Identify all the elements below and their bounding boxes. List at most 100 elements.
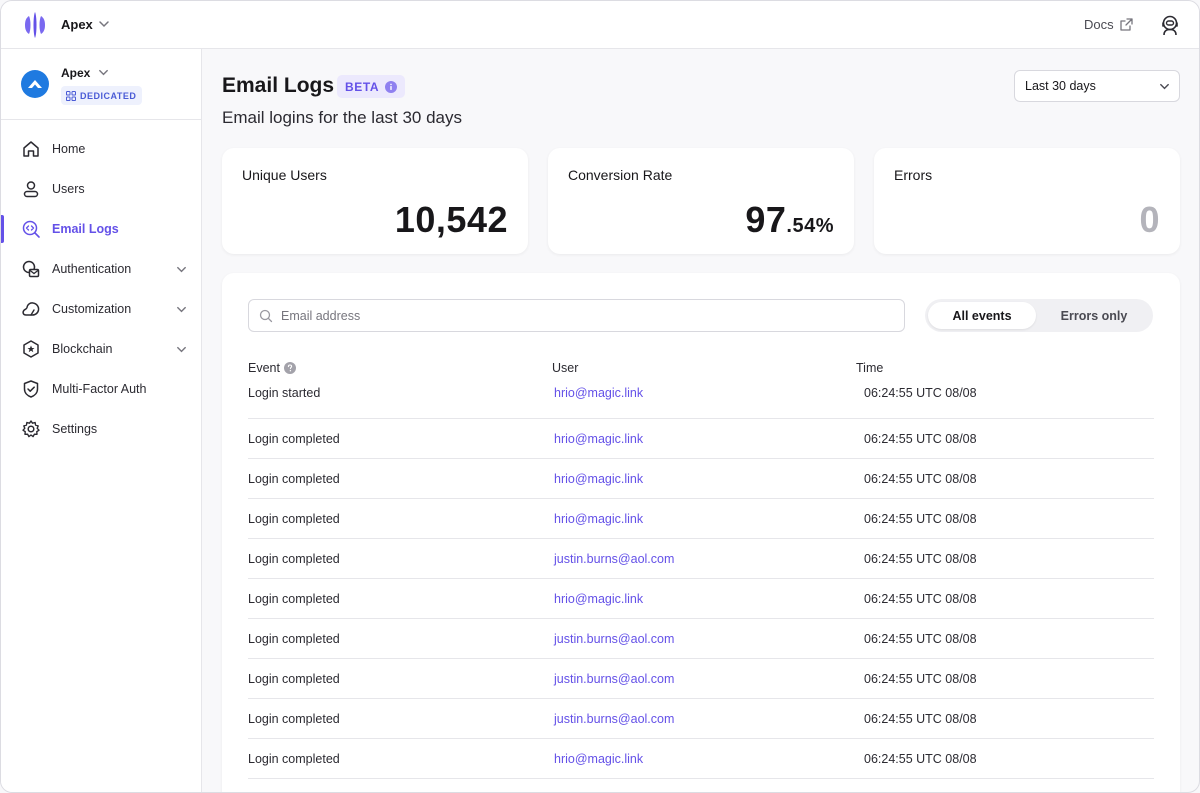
docs-link[interactable]: Docs — [1084, 17, 1114, 32]
shield-check-icon — [23, 380, 39, 398]
sidebar-item-customization[interactable]: Customization — [1, 289, 201, 329]
table-body: Login started hrio@magic.link 06:24:55 U… — [248, 379, 1154, 779]
gear-icon — [22, 420, 40, 438]
info-icon[interactable] — [385, 80, 398, 93]
stat-value-main: 97 — [745, 199, 787, 240]
time-cell: 06:24:55 UTC 08/08 — [864, 552, 977, 566]
sidebar-item-settings[interactable]: Settings — [1, 409, 201, 449]
sidebar-item-label: Customization — [52, 302, 132, 316]
help-icon[interactable] — [284, 362, 296, 374]
column-header-time[interactable]: Time — [856, 361, 883, 375]
event-cell: Login completed — [248, 712, 340, 726]
page-subtitle: Email logins for the last 30 days — [222, 108, 463, 127]
sidebar-item-multi-factor-auth[interactable]: Multi-Factor Auth — [1, 369, 201, 409]
sidebar-item-label: Email Logs — [52, 222, 119, 236]
event-cell: Login completed — [248, 552, 340, 566]
dedicated-badge: DEDICATED — [61, 86, 143, 105]
table-row[interactable]: Login completed justin.burns@aol.com 06:… — [248, 619, 1154, 659]
stat-card-errors: Errors 0 — [874, 148, 1180, 254]
time-cell: 06:24:55 UTC 08/08 — [864, 632, 977, 646]
project-avatar[interactable] — [21, 70, 49, 98]
user-link[interactable]: justin.burns@aol.com — [554, 672, 674, 686]
segment-all-events[interactable]: All events — [928, 302, 1036, 329]
column-header-user[interactable]: User — [552, 361, 578, 375]
event-cell: Login completed — [248, 432, 340, 446]
stat-label: Errors — [894, 167, 933, 183]
event-cell: Login completed — [248, 752, 340, 766]
table-row[interactable]: Login completed justin.burns@aol.com 06:… — [248, 539, 1154, 579]
sidebar-item-label: Blockchain — [52, 342, 113, 356]
chevron-down-icon[interactable] — [175, 303, 188, 316]
home-icon — [23, 141, 39, 157]
user-link[interactable]: hrio@magic.link — [554, 386, 643, 400]
table-header: Event User Time — [248, 361, 1154, 377]
project-name[interactable]: Apex — [61, 66, 90, 80]
time-cell: 06:24:55 UTC 08/08 — [864, 672, 977, 686]
stat-card-conversion-rate: Conversion Rate 97.54% — [548, 148, 854, 254]
user-link[interactable]: hrio@magic.link — [554, 592, 643, 606]
stat-value: 10,542 — [394, 199, 508, 240]
sidebar-item-blockchain[interactable]: Blockchain — [1, 329, 201, 369]
user-link[interactable]: justin.burns@aol.com — [554, 552, 674, 566]
sidebar-item-email-logs[interactable]: Email Logs — [1, 209, 201, 249]
sidebar-item-users[interactable]: Users — [1, 169, 201, 209]
stat-value: 97.54% — [745, 200, 834, 246]
sidebar-item-label: Multi-Factor Auth — [52, 382, 147, 396]
segment-errors-only[interactable]: Errors only — [1040, 302, 1148, 329]
sidebar-divider — [1, 119, 201, 120]
user-link[interactable]: justin.burns@aol.com — [554, 712, 674, 726]
table-row[interactable]: Login completed hrio@magic.link 06:24:55… — [248, 419, 1154, 459]
table-row[interactable]: Login completed justin.burns@aol.com 06:… — [248, 699, 1154, 739]
user-link[interactable]: hrio@magic.link — [554, 752, 643, 766]
search-input[interactable] — [281, 306, 881, 326]
user-icon — [23, 181, 39, 198]
date-range-select[interactable]: Last 30 days — [1014, 70, 1180, 102]
sidebar-item-label: Users — [52, 182, 85, 196]
blockchain-icon — [23, 340, 39, 358]
table-row[interactable]: Login completed hrio@magic.link 06:24:55… — [248, 499, 1154, 539]
external-link-icon[interactable] — [1120, 18, 1133, 31]
astronaut-avatar-icon[interactable] — [1159, 14, 1181, 36]
sidebar-item-label: Authentication — [52, 262, 132, 276]
chevron-down-icon[interactable] — [175, 263, 188, 276]
event-cell: Login completed — [248, 472, 340, 486]
app-switcher-label[interactable]: Apex — [61, 17, 93, 32]
page-title: Email Logs — [222, 74, 335, 97]
stat-value-fraction: .54% — [786, 215, 834, 237]
sidebar-item-label: Home — [52, 142, 86, 156]
stat-value: 0 — [1139, 199, 1160, 240]
time-cell: 06:24:55 UTC 08/08 — [864, 472, 977, 486]
table-row[interactable]: Login completed hrio@magic.link 06:24:55… — [248, 739, 1154, 779]
sidebar-item-authentication[interactable]: Authentication — [1, 249, 201, 289]
stat-label: Unique Users — [242, 167, 327, 183]
date-range-value: Last 30 days — [1025, 79, 1096, 93]
magic-logo-icon[interactable] — [23, 12, 47, 38]
event-filter-toggle: All events Errors only — [925, 299, 1153, 332]
chevron-down-icon[interactable] — [97, 66, 110, 79]
time-cell: 06:24:55 UTC 08/08 — [864, 386, 977, 400]
table-row[interactable]: Login completed hrio@magic.link 06:24:55… — [248, 579, 1154, 619]
user-link[interactable]: justin.burns@aol.com — [554, 632, 674, 646]
time-cell: 06:24:55 UTC 08/08 — [864, 752, 977, 766]
sidebar-item-home[interactable]: Home — [1, 129, 201, 169]
table-row[interactable]: Login completed hrio@magic.link 06:24:55… — [248, 459, 1154, 499]
stat-card-unique-users: Unique Users 10,542 — [222, 148, 528, 254]
user-link[interactable]: hrio@magic.link — [554, 472, 643, 486]
user-link[interactable]: hrio@magic.link — [554, 432, 643, 446]
search-field[interactable] — [248, 299, 905, 332]
event-cell: Login completed — [248, 512, 340, 526]
table-row[interactable]: Login started hrio@magic.link 06:24:55 U… — [248, 379, 1154, 419]
top-bar: Apex Docs — [1, 1, 1199, 49]
logs-panel: All events Errors only Event User Time L… — [222, 273, 1180, 792]
mountain-icon — [28, 80, 42, 88]
user-link[interactable]: hrio@magic.link — [554, 512, 643, 526]
beta-badge-label: BETA — [345, 79, 380, 94]
sidebar: Apex DEDICATED Home Users Email Logs Aut… — [1, 49, 202, 792]
column-header-event[interactable]: Event — [248, 361, 280, 375]
authentication-icon — [22, 260, 40, 278]
chevron-down-icon[interactable] — [175, 343, 188, 356]
table-row[interactable]: Login completed justin.burns@aol.com 06:… — [248, 659, 1154, 699]
time-cell: 06:24:55 UTC 08/08 — [864, 512, 977, 526]
chevron-down-icon[interactable] — [97, 17, 111, 31]
grid-icon — [66, 90, 76, 101]
